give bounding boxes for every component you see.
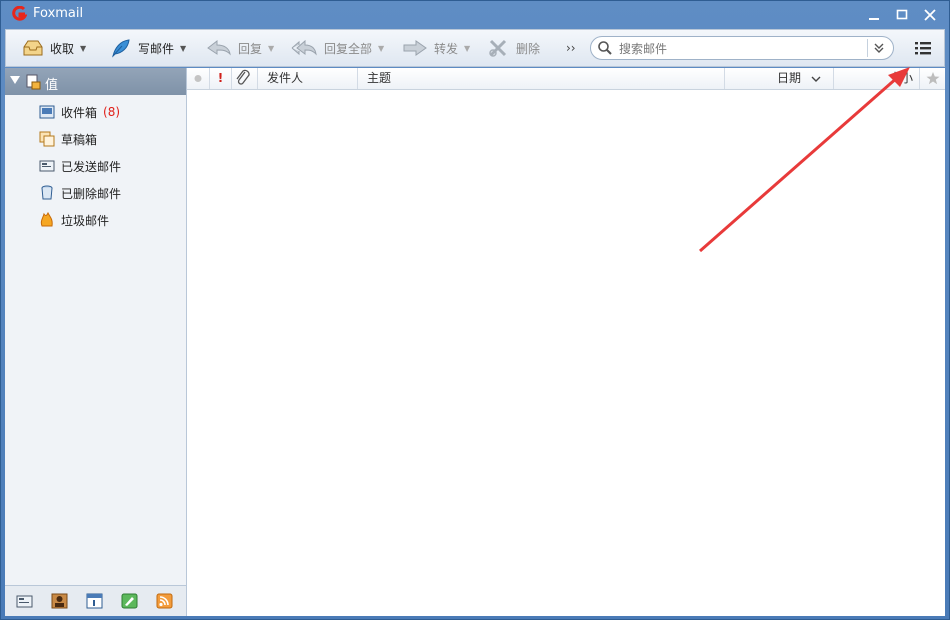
column-attachment[interactable] — [231, 68, 257, 89]
feather-pen-icon — [112, 39, 130, 58]
message-list-header: ! 发件人 主题 日期 大小 — [187, 68, 945, 90]
maximize-icon — [896, 9, 908, 20]
junk-icon — [40, 212, 53, 227]
paperclip-icon — [236, 69, 250, 85]
compose-dropdown-icon[interactable]: ▼ — [180, 44, 186, 53]
folder-sent[interactable]: 已发送邮件 — [39, 156, 121, 176]
close-icon — [924, 9, 936, 21]
minimize-button[interactable] — [863, 5, 885, 25]
folder-label: 收件箱 — [61, 105, 98, 120]
search-box — [590, 36, 894, 60]
compose-button[interactable]: 写邮件 ▼ — [110, 30, 186, 66]
more-tools-label: ›› — [566, 41, 576, 55]
reply-dropdown-icon[interactable]: ▼ — [268, 44, 274, 53]
folder-trash[interactable]: 已删除邮件 — [39, 183, 121, 203]
column-size[interactable]: 大小 — [833, 68, 919, 89]
maximize-button[interactable] — [891, 5, 913, 25]
column-subject[interactable]: 主题 — [357, 68, 724, 89]
reply-all-dropdown-icon[interactable]: ▼ — [378, 44, 384, 53]
mail-module-icon[interactable] — [16, 593, 33, 609]
folder-junk[interactable]: 垃圾邮件 — [39, 210, 109, 230]
folder-label: 草稿箱 — [61, 132, 98, 147]
unread-count-badge: (8) — [103, 105, 121, 119]
toolbar: 收取 ▼ 写邮件 ▼ 回复 ▼ 回复全部 ▼ 转发 ▼ 删除 ›› 搜索邮件 — [5, 29, 945, 67]
drafts-icon — [39, 131, 55, 147]
folder-label: 已发送邮件 — [61, 159, 122, 174]
forward-icon — [403, 40, 427, 56]
column-star[interactable] — [919, 68, 945, 89]
column-priority[interactable]: ! — [209, 68, 231, 89]
search-options-button[interactable] — [867, 39, 890, 57]
foxmail-logo-icon — [12, 6, 27, 21]
folder-label: 垃圾邮件 — [61, 213, 110, 228]
column-sender[interactable]: 发件人 — [257, 68, 357, 89]
receive-dropdown-icon[interactable]: ▼ — [80, 44, 86, 53]
account-header[interactable]: 值 — [5, 68, 186, 95]
reply-icon — [207, 39, 231, 56]
delete-icon — [489, 39, 507, 57]
account-icon — [26, 74, 41, 90]
read-status-icon — [194, 75, 202, 82]
forward-label: 转发 — [434, 41, 459, 56]
window-title: Foxmail — [33, 6, 84, 21]
double-chevron-down-icon — [874, 43, 884, 53]
more-tools-button[interactable]: ›› — [566, 30, 576, 66]
star-icon — [926, 72, 940, 85]
receive-button[interactable]: 收取 ▼ — [22, 30, 86, 66]
trash-icon — [41, 185, 53, 200]
module-switcher — [5, 585, 186, 616]
message-list: ! 发件人 主题 日期 大小 — [187, 68, 945, 616]
reply-button[interactable]: 回复 ▼ — [206, 30, 274, 66]
search-icon — [598, 41, 612, 55]
reply-all-label: 回复全部 — [324, 41, 373, 56]
minimize-icon — [869, 18, 879, 20]
folder-label: 已删除邮件 — [61, 186, 122, 201]
delete-label: 删除 — [516, 41, 541, 56]
forward-button[interactable]: 转发 ▼ — [402, 30, 470, 66]
reply-label: 回复 — [238, 41, 263, 56]
contacts-module-icon[interactable] — [51, 593, 68, 609]
compose-label: 写邮件 — [138, 41, 175, 56]
folder-inbox[interactable]: 收件箱 (8) — [39, 102, 120, 122]
title-bar: Foxmail — [1, 1, 949, 29]
delete-button[interactable]: 删除 — [488, 30, 540, 66]
inbox-tray-icon — [23, 40, 43, 56]
sent-icon — [39, 160, 55, 172]
calendar-module-icon[interactable] — [86, 593, 103, 609]
receive-label: 收取 — [50, 41, 75, 56]
inbox-icon — [39, 105, 55, 119]
collapse-triangle-icon[interactable] — [10, 76, 20, 84]
notes-module-icon[interactable] — [121, 593, 138, 609]
column-read-status[interactable] — [187, 68, 207, 89]
account-name: 值 — [45, 78, 59, 93]
main-menu-button[interactable] — [912, 38, 934, 58]
sort-chevron-down-icon[interactable] — [811, 74, 821, 84]
list-menu-icon — [915, 42, 931, 55]
reply-all-button[interactable]: 回复全部 ▼ — [290, 30, 384, 66]
foxmail-window: Foxmail 收取 ▼ 写邮件 ▼ 回复 ▼ 回复全部 ▼ 转发 ▼ 删除 ›… — [0, 0, 950, 620]
close-button[interactable] — [919, 5, 941, 25]
forward-dropdown-icon[interactable]: ▼ — [464, 44, 470, 53]
reply-all-icon — [291, 39, 317, 56]
rss-module-icon[interactable] — [156, 593, 173, 609]
folder-drafts[interactable]: 草稿箱 — [39, 129, 97, 149]
folder-sidebar: 值 收件箱 (8) 草稿箱 已发送邮件 已删除邮件 垃圾邮件 — [5, 68, 187, 616]
search-input[interactable] — [617, 40, 861, 58]
